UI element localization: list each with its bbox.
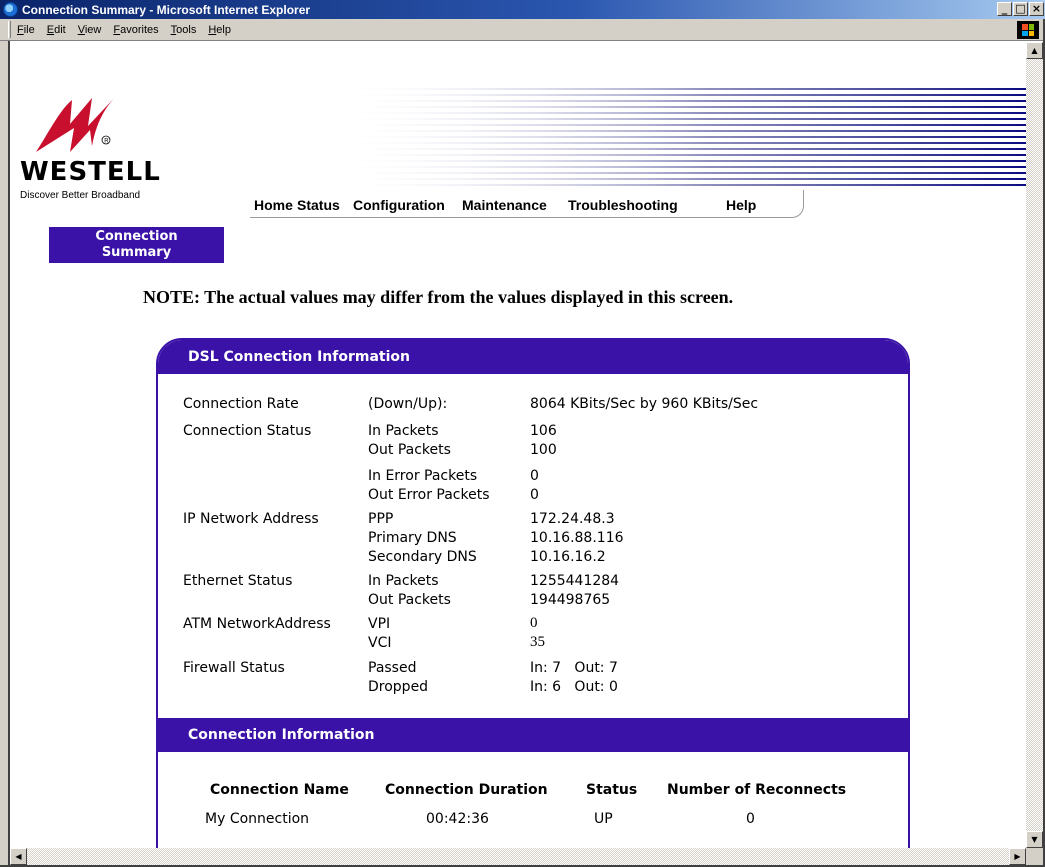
label-ethernet-status: Ethernet Status [183,573,293,589]
westell-logo-icon: R [36,94,118,152]
value-ppp: 172.24.48.3 [530,511,615,527]
sub-ppp: PPP [368,511,394,527]
page-content: R WESTELL Discover Better Broadband Home… [10,42,1026,848]
title-bar: Connection Summary - Microsoft Internet … [0,0,1045,19]
brand-tagline: Discover Better Broadband [20,190,141,201]
cell-reconnects: 0 [746,811,755,827]
value-dropped: In: 6 Out: 0 [530,679,618,695]
horizontal-scrollbar[interactable]: ◀ ▶ [10,848,1026,865]
sub-passed: Passed [368,660,417,676]
value-secondary-dns: 10.16.16.2 [530,549,606,565]
value-primary-dns: 10.16.88.116 [530,530,624,546]
menu-edit[interactable]: Edit [47,24,66,36]
sub-in-error-packets: In Error Packets [368,468,478,484]
window-controls: _ □ × [997,2,1044,16]
value-connection-rate: 8064 KBits/Sec by 960 KBits/Sec [530,396,759,412]
nav-maintenance[interactable]: Maintenance [462,197,547,213]
col-status: Status [586,782,638,798]
label-connection-rate: Connection Rate [183,396,299,412]
sub-primary-dns: Primary DNS [368,530,457,546]
label-ip-network-address: IP Network Address [183,511,319,527]
sub-eth-out-packets: Out Packets [368,592,451,608]
value-eth-in-packets: 1255441284 [530,573,620,589]
label-connection-status: Connection Status [183,423,312,439]
maximize-icon[interactable]: □ [1013,2,1028,16]
value-eth-out-packets: 194498765 [530,592,611,608]
connection-info-heading: Connection Information [158,718,908,752]
scrollbar-corner [1026,848,1043,865]
header-stripes [330,88,1026,186]
value-in-packets: 106 [530,423,557,439]
nav-configuration[interactable]: Configuration [353,197,445,213]
cell-status: UP [594,811,613,827]
menu-file[interactable]: File [17,24,35,36]
tab-connection-summary[interactable]: Connection Summary [49,227,224,263]
windows-logo-icon [1017,21,1039,39]
sub-out-error-packets: Out Error Packets [368,487,490,503]
menu-favorites[interactable]: Favorites [113,24,158,36]
ie-icon [3,2,18,17]
tab-label-line2: Summary [101,245,172,260]
window-title: Connection Summary - Microsoft Internet … [22,2,311,17]
svg-text:R: R [104,139,109,145]
sub-eth-in-packets: In Packets [368,573,439,589]
tab-label-line1: Connection [95,229,178,244]
col-connection-duration: Connection Duration [385,782,548,798]
scroll-left-icon[interactable]: ◀ [10,848,27,865]
nav-troubleshooting[interactable]: Troubleshooting [568,197,678,213]
scroll-down-icon[interactable]: ▼ [1026,831,1043,848]
vertical-scrollbar[interactable]: ▲ ▼ [1026,42,1043,848]
menu-tools[interactable]: Tools [171,24,197,36]
menu-bar: File Edit View Favorites Tools Help [0,19,1045,41]
sub-dropped: Dropped [368,679,429,695]
value-vci: 35 [530,634,545,650]
menu-help[interactable]: Help [208,24,231,36]
value-vpi: 0 [530,615,538,631]
dsl-heading: DSL Connection Information [158,340,908,374]
nav-home[interactable]: Home [254,197,293,213]
window-left-frame [0,41,10,867]
sub-in-packets: In Packets [368,423,439,439]
close-icon[interactable]: × [1029,2,1044,16]
cell-connection-duration: 00:42:36 [426,811,489,827]
menu-view[interactable]: View [78,24,102,36]
sub-down-up: (Down/Up): [368,396,448,412]
note-text: NOTE: The actual values may differ from … [143,287,734,307]
label-atm-network-address: ATM NetworkAddress [183,616,331,632]
cell-connection-name: My Connection [205,811,310,827]
sub-vci: VCI [368,635,392,651]
minimize-icon[interactable]: _ [997,2,1012,16]
nav-help[interactable]: Help [726,197,756,213]
value-in-error-packets: 0 [530,468,539,484]
nav-status[interactable]: Status [297,197,340,213]
info-panel: DSL Connection Information Connection Ra… [156,338,910,848]
label-firewall-status: Firewall Status [183,660,285,676]
scroll-up-icon[interactable]: ▲ [1026,42,1043,59]
brand-name: WESTELL [20,157,161,187]
sub-vpi: VPI [368,616,391,632]
sub-secondary-dns: Secondary DNS [368,549,477,565]
value-out-packets: 100 [530,442,557,458]
toolbar-grip [8,21,11,38]
sub-out-packets: Out Packets [368,442,451,458]
value-passed: In: 7 Out: 7 [530,660,618,676]
value-out-error-packets: 0 [530,487,539,503]
col-connection-name: Connection Name [210,782,349,798]
col-number-of-reconnects: Number of Reconnects [667,782,847,798]
scroll-right-icon[interactable]: ▶ [1009,848,1026,865]
